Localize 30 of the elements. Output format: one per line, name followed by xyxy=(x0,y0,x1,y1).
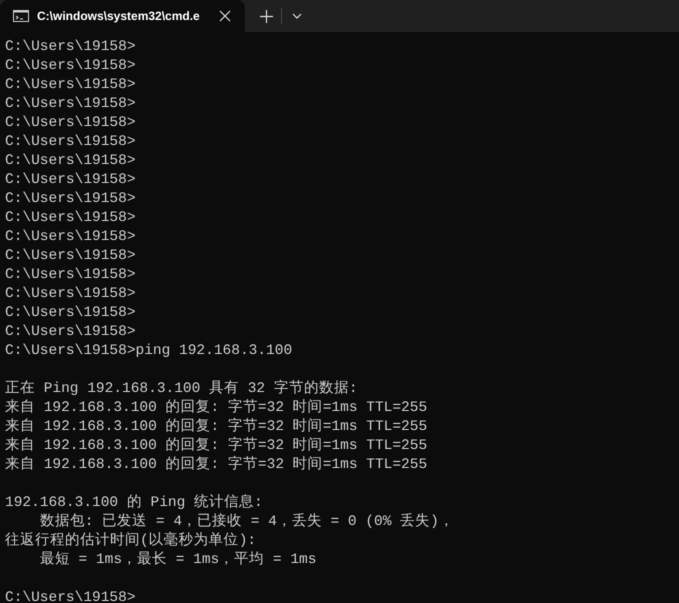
console-line: 正在 Ping 192.168.3.100 具有 32 字节的数据: xyxy=(5,380,359,398)
console-line: 最短 = 1ms，最长 = 1ms，平均 = 1ms xyxy=(38,551,318,570)
console-line: C:\Users\19158> xyxy=(5,133,137,152)
terminal-tab[interactable]: C:\windows\system32\cmd.e xyxy=(0,0,245,32)
console-line: 来自 192.168.3.100 的回复: 字节=32 时间=1ms TTL=255 xyxy=(5,437,428,456)
console-line: C:\Users\19158> xyxy=(5,285,137,304)
console-line: C:\Users\19158>ping 192.168.3.100 xyxy=(5,342,294,361)
tab-title: C:\windows\system32\cmd.e xyxy=(37,9,201,23)
console-line: C:\Users\19158> xyxy=(5,323,137,342)
console-line: C:\Users\19158> xyxy=(5,304,137,323)
console-line: C:\Users\19158> xyxy=(5,152,137,171)
console-line: C:\Users\19158> xyxy=(5,38,137,57)
console-line: C:\Users\19158> xyxy=(5,589,137,603)
console-line: C:\Users\19158> xyxy=(5,247,137,266)
console-line: 数据包: 已发送 = 4，已接收 = 4，丢失 = 0 (0% 丢失)， xyxy=(38,513,455,532)
console-line: C:\Users\19158> xyxy=(5,190,137,209)
console-line: 192.168.3.100 的 Ping 统计信息: xyxy=(5,494,264,513)
console-line: C:\Users\19158> xyxy=(5,228,137,247)
console-line: C:\Users\19158> xyxy=(5,114,137,133)
console-line: C:\Users\19158> xyxy=(5,209,137,228)
console-line: C:\Users\19158> xyxy=(5,171,137,190)
console-icon xyxy=(13,10,29,22)
console-line: C:\Users\19158> xyxy=(5,57,137,76)
console-line: C:\Users\19158> xyxy=(5,95,137,114)
console-line: C:\Users\19158> xyxy=(5,266,137,285)
console-line: 来自 192.168.3.100 的回复: 字节=32 时间=1ms TTL=255 xyxy=(5,456,428,475)
console-line: 来自 192.168.3.100 的回复: 字节=32 时间=1ms TTL=255 xyxy=(5,399,428,418)
console-line: 来自 192.168.3.100 的回复: 字节=32 时间=1ms TTL=255 xyxy=(5,418,428,436)
console-line: 往返行程的估计时间(以毫秒为单位): xyxy=(5,532,258,551)
console-line: C:\Users\19158> xyxy=(5,76,137,95)
